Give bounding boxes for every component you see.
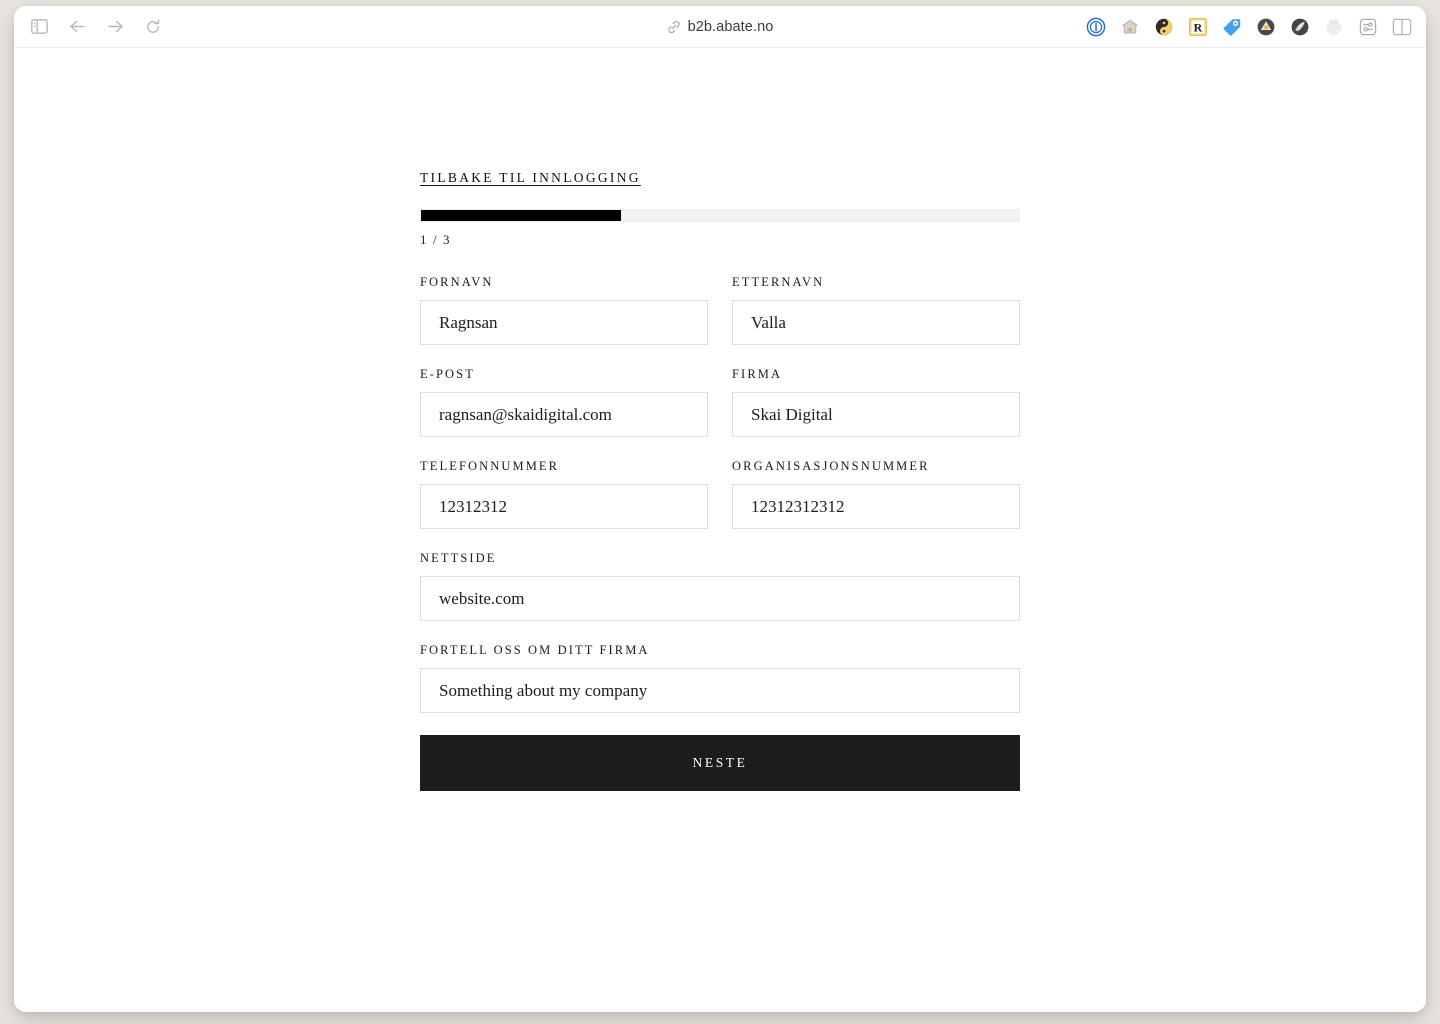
back-arrow-icon[interactable]	[66, 16, 88, 38]
company-input[interactable]	[732, 392, 1020, 437]
dark-circle-extension-icon[interactable]	[1255, 16, 1276, 37]
tag-extension-icon[interactable]	[1221, 16, 1242, 37]
next-button[interactable]: NESTE	[420, 735, 1020, 791]
form-row-numbers: TELEFONNUMMER ORGANISASJONSNUMMER	[420, 459, 1020, 529]
about-input[interactable]	[420, 668, 1020, 713]
form-row-website: NETTSIDE	[420, 551, 1020, 621]
first-name-label: FORNAVN	[420, 275, 708, 290]
website-label: NETTSIDE	[420, 551, 1020, 566]
registration-form: FORNAVN ETTERNAVN E-POST FIRMA	[420, 275, 1020, 791]
field-company: FIRMA	[732, 367, 1020, 437]
address-bar-inner[interactable]: b2b.abate.no	[657, 16, 784, 38]
extension-icons: R	[1085, 16, 1412, 37]
url-text: b2b.abate.no	[688, 19, 774, 35]
field-last-name: ETTERNAVN	[732, 275, 1020, 345]
email-label: E-POST	[420, 367, 708, 382]
field-first-name: FORNAVN	[420, 275, 708, 345]
house-extension-icon[interactable]	[1119, 16, 1140, 37]
org-number-label: ORGANISASJONSNUMMER	[732, 459, 1020, 474]
svg-text:R: R	[1193, 20, 1202, 34]
first-name-input[interactable]	[420, 300, 708, 345]
registration-page: TILBAKE TIL INNLOGGING 1 / 3 FORNAVN ETT…	[420, 48, 1020, 791]
browser-window: b2b.abate.no	[14, 6, 1426, 1012]
form-row-contact: E-POST FIRMA	[420, 367, 1020, 437]
about-label: FORTELL OSS OM DITT FIRMA	[420, 643, 1020, 658]
sliders-extension-icon[interactable]	[1357, 16, 1378, 37]
progress-bar	[420, 209, 1020, 222]
navigation-controls	[28, 16, 164, 38]
yin-yang-extension-icon[interactable]	[1153, 16, 1174, 37]
page-viewport: TILBAKE TIL INNLOGGING 1 / 3 FORNAVN ETT…	[14, 48, 1426, 1012]
field-phone: TELEFONNUMMER	[420, 459, 708, 529]
browser-toolbar: b2b.abate.no	[14, 6, 1426, 48]
form-row-name: FORNAVN ETTERNAVN	[420, 275, 1020, 345]
1password-extension-icon[interactable]	[1085, 16, 1106, 37]
last-name-label: ETTERNAVN	[732, 275, 1020, 290]
field-about: FORTELL OSS OM DITT FIRMA	[420, 643, 1020, 713]
printer-extension-icon[interactable]	[1323, 16, 1344, 37]
progress-step-label: 1 / 3	[420, 232, 1020, 248]
sidebar-toggle-icon[interactable]	[28, 16, 50, 38]
phone-label: TELEFONNUMMER	[420, 459, 708, 474]
website-input[interactable]	[420, 576, 1020, 621]
link-chain-icon	[667, 20, 681, 34]
r-extension-icon[interactable]: R	[1187, 16, 1208, 37]
back-to-login-link[interactable]: TILBAKE TIL INNLOGGING	[420, 170, 641, 186]
reload-icon[interactable]	[142, 16, 164, 38]
field-email: E-POST	[420, 367, 708, 437]
org-number-input[interactable]	[732, 484, 1020, 529]
form-row-about: FORTELL OSS OM DITT FIRMA	[420, 643, 1020, 713]
last-name-input[interactable]	[732, 300, 1020, 345]
progress-bar-fill	[421, 210, 621, 221]
panel-toggle-icon[interactable]	[1391, 16, 1412, 37]
phone-input[interactable]	[420, 484, 708, 529]
email-input[interactable]	[420, 392, 708, 437]
field-website: NETTSIDE	[420, 551, 1020, 621]
company-label: FIRMA	[732, 367, 1020, 382]
dark-sphere-extension-icon[interactable]	[1289, 16, 1310, 37]
forward-arrow-icon[interactable]	[104, 16, 126, 38]
field-org-number: ORGANISASJONSNUMMER	[732, 459, 1020, 529]
